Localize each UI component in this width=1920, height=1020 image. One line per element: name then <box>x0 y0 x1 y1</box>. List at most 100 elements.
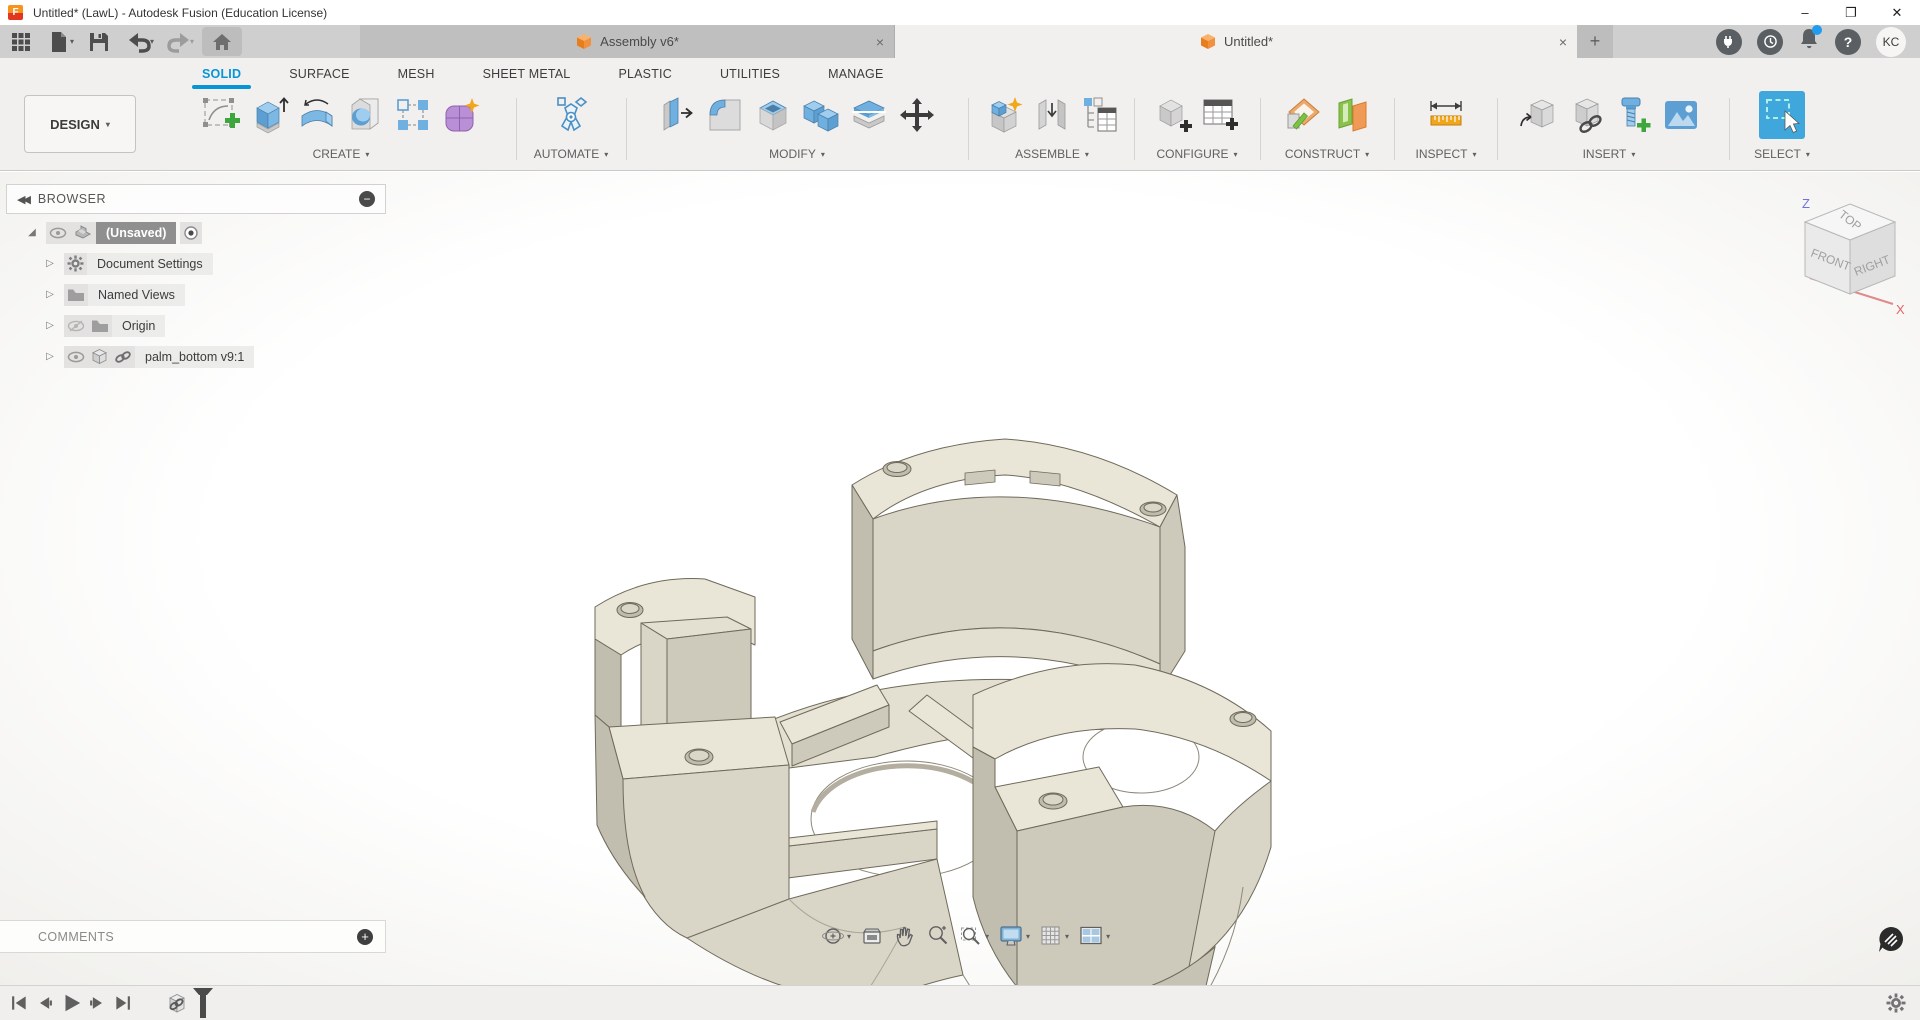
ribbon-group-label-insert[interactable]: INSERT▾ <box>1583 147 1636 161</box>
collapsed-triangle-icon[interactable]: ▷ <box>42 351 58 362</box>
file-menu-caret[interactable]: ▾ <box>70 37 74 46</box>
timeline-feature-marker[interactable] <box>164 986 216 1020</box>
ribbon-tab-sheet-metal[interactable]: SHEET METAL <box>459 58 595 89</box>
look-at-button[interactable] <box>857 922 887 950</box>
extensions-icon[interactable] <box>1716 29 1742 55</box>
ribbon-group-label-select[interactable]: SELECT▾ <box>1754 147 1810 161</box>
configuration-table-button[interactable] <box>1198 91 1244 139</box>
create-form-button[interactable] <box>438 91 484 139</box>
add-configuration-button[interactable] <box>1150 91 1196 139</box>
tab-close-icon[interactable]: × <box>1559 34 1567 50</box>
shell-button[interactable] <box>750 91 796 139</box>
joint-button[interactable] <box>1029 91 1075 139</box>
collapsed-triangle-icon[interactable]: ▷ <box>42 258 58 269</box>
browser-minimize-icon[interactable]: − <box>359 191 375 207</box>
tab-close-icon[interactable]: × <box>876 34 884 50</box>
collapsed-triangle-icon[interactable]: ▷ <box>42 320 58 331</box>
timeline-step-forward-button[interactable] <box>84 990 110 1016</box>
display-settings-caret[interactable]: ▾ <box>1026 932 1030 941</box>
viewports-button[interactable]: ▾ <box>1075 922 1113 950</box>
orbit-button[interactable]: ▾ <box>818 922 854 950</box>
browser-row-origin[interactable]: ▷ Origin <box>42 313 386 338</box>
ribbon-group-label-automate[interactable]: AUTOMATE▾ <box>534 147 609 161</box>
timeline-go-to-end-button[interactable] <box>110 990 136 1016</box>
home-view-button[interactable] <box>202 27 242 56</box>
minimize-button[interactable]: – <box>1782 0 1828 25</box>
viewport-canvas[interactable]: ◀◀ BROWSER − ◢ (Unsaved) ▷ <box>0 172 1920 985</box>
browser-collapse-icon[interactable]: ◀◀ <box>17 193 28 206</box>
ribbon-group-label-modify[interactable]: MODIFY▾ <box>769 147 825 161</box>
new-component-button[interactable] <box>981 91 1027 139</box>
display-settings-button[interactable]: ▾ <box>995 922 1033 950</box>
insert-fastener-button[interactable] <box>1610 91 1656 139</box>
browser-item-label[interactable]: Document Settings <box>87 253 213 275</box>
restore-button[interactable]: ❐ <box>1828 0 1874 25</box>
ribbon-group-label-inspect[interactable]: INSPECT▾ <box>1415 147 1476 161</box>
feedback-bubble-icon[interactable] <box>1876 925 1906 955</box>
offset-plane-button[interactable] <box>1328 91 1374 139</box>
bom-table-button[interactable] <box>1077 91 1123 139</box>
new-tab-button[interactable]: + <box>1577 25 1613 58</box>
app-grid-icon[interactable] <box>6 28 36 56</box>
combine-button[interactable] <box>798 91 844 139</box>
viewports-caret[interactable]: ▾ <box>1106 932 1110 941</box>
ribbon-tab-solid[interactable]: SOLID <box>178 58 265 89</box>
browser-item-label[interactable]: palm_bottom v9:1 <box>135 346 254 368</box>
document-tab-untitled[interactable]: Untitled* × <box>895 25 1577 58</box>
ribbon-group-label-create[interactable]: CREATE▾ <box>313 147 370 161</box>
pan-button[interactable] <box>890 922 920 950</box>
timeline-go-to-start-button[interactable] <box>6 990 32 1016</box>
revolve-button[interactable] <box>294 91 340 139</box>
timeline-play-button[interactable] <box>58 990 84 1016</box>
save-icon[interactable] <box>84 28 114 56</box>
grid-caret[interactable]: ▾ <box>1065 932 1069 941</box>
collapsed-triangle-icon[interactable]: ▷ <box>42 289 58 300</box>
comments-panel[interactable]: COMMENTS + <box>0 920 386 953</box>
redo-caret[interactable]: ▾ <box>190 37 194 46</box>
timeline-step-back-button[interactable] <box>32 990 58 1016</box>
ribbon-group-label-assemble[interactable]: ASSEMBLE▾ <box>1015 147 1089 161</box>
insert-derive-button[interactable] <box>1514 91 1560 139</box>
fit-button[interactable]: ▾ <box>956 922 992 950</box>
insert-linked-button[interactable] <box>1562 91 1608 139</box>
close-button[interactable]: ✕ <box>1874 0 1920 25</box>
recent-clock-icon[interactable] <box>1757 29 1783 55</box>
press-pull-button[interactable] <box>654 91 700 139</box>
ribbon-group-label-construct[interactable]: CONSTRUCT▾ <box>1285 147 1369 161</box>
ribbon-tab-mesh[interactable]: MESH <box>374 58 459 89</box>
rectangular-pattern-button[interactable] <box>390 91 436 139</box>
automate-configurator-button[interactable] <box>548 91 594 139</box>
help-icon[interactable]: ? <box>1835 29 1861 55</box>
linked-component-feature-icon[interactable] <box>164 992 190 1018</box>
browser-row-palm-bottom[interactable]: ▷ palm_bottom v9:1 <box>42 344 386 369</box>
visibility-eye-icon[interactable] <box>64 346 88 368</box>
split-body-button[interactable] <box>846 91 892 139</box>
user-avatar[interactable]: KC <box>1876 27 1906 57</box>
measure-button[interactable] <box>1423 91 1469 139</box>
hole-button[interactable] <box>342 91 388 139</box>
browser-item-label[interactable]: Origin <box>112 315 165 337</box>
ribbon-tab-manage[interactable]: MANAGE <box>804 58 907 89</box>
expand-triangle-icon[interactable]: ◢ <box>24 227 40 238</box>
timeline-position-marker[interactable] <box>190 986 216 1020</box>
notifications-icon[interactable] <box>1798 27 1820 56</box>
ribbon-tab-surface[interactable]: SURFACE <box>265 58 373 89</box>
workspace-selector[interactable]: DESIGN▾ <box>24 95 136 153</box>
zoom-button[interactable] <box>923 922 953 950</box>
hidden-eye-icon[interactable] <box>64 315 88 337</box>
browser-root-row[interactable]: ◢ (Unsaved) <box>24 220 386 245</box>
insert-canvas-button[interactable] <box>1658 91 1704 139</box>
undo-caret[interactable]: ▾ <box>150 37 154 46</box>
timeline-settings-gear-icon[interactable] <box>1886 993 1906 1013</box>
add-comment-icon[interactable]: + <box>357 929 373 945</box>
ribbon-tab-utilities[interactable]: UTILITIES <box>696 58 804 89</box>
orbit-caret[interactable]: ▾ <box>847 932 851 941</box>
document-tab-assembly[interactable]: Assembly v6* × <box>360 25 895 58</box>
browser-row-named-views[interactable]: ▷ Named Views <box>42 282 386 307</box>
fillet-button[interactable] <box>702 91 748 139</box>
fit-caret[interactable]: ▾ <box>985 932 989 941</box>
browser-item-label[interactable]: Named Views <box>88 284 185 306</box>
grid-and-snaps-button[interactable]: ▾ <box>1036 922 1072 950</box>
browser-header[interactable]: ◀◀ BROWSER − <box>6 184 386 214</box>
ribbon-group-label-configure[interactable]: CONFIGURE▾ <box>1156 147 1237 161</box>
